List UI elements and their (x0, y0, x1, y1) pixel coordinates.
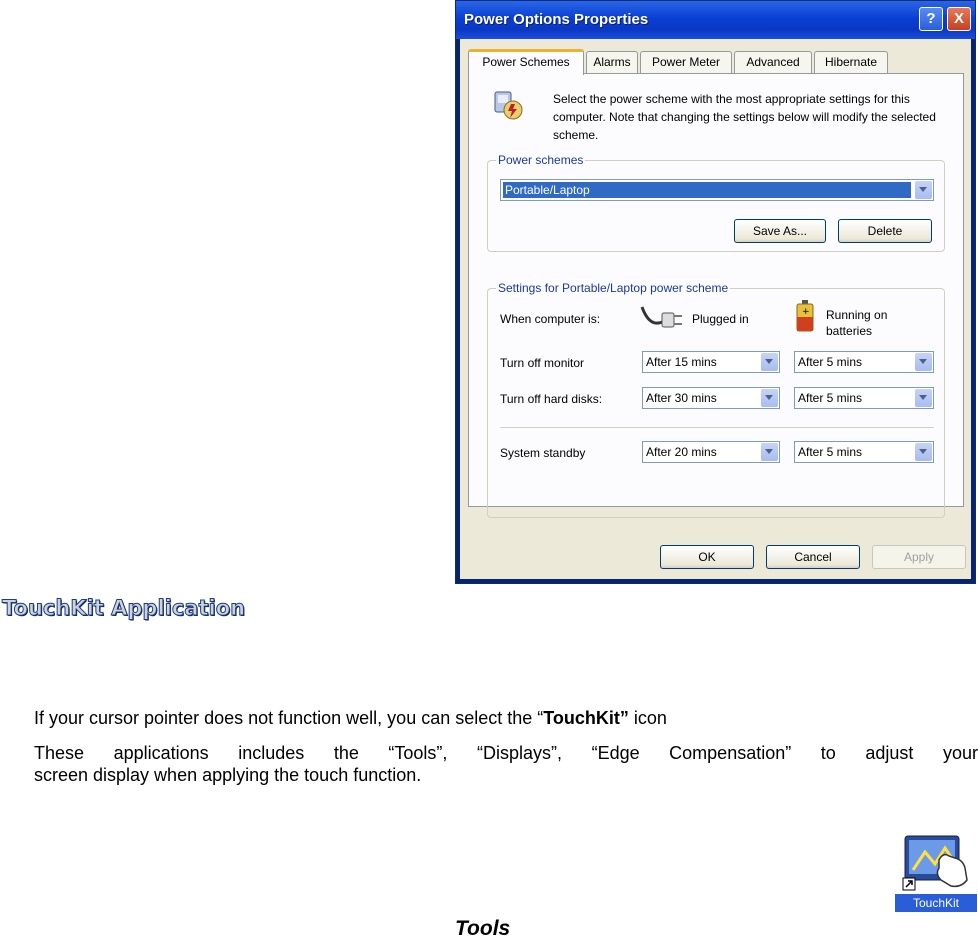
power-scheme-select[interactable]: Portable/Laptop (500, 179, 934, 201)
disks-plugged-select[interactable]: After 30 mins (642, 387, 780, 409)
battery-icon: + (796, 300, 814, 332)
section-heading: TouchKit Application (1, 596, 246, 621)
paragraph-2: These applications includes the “Tools”,… (34, 742, 978, 786)
turn-off-monitor-label: Turn off monitor (500, 356, 585, 370)
touchkit-icon (902, 835, 968, 891)
system-standby-label: System standby (500, 446, 586, 460)
tab-alarms[interactable]: Alarms (586, 51, 638, 73)
power-scheme-icon (494, 91, 523, 120)
disks-battery-select[interactable]: After 5 mins (794, 387, 934, 409)
chevron-down-icon[interactable] (915, 181, 932, 199)
help-button[interactable]: ? (919, 7, 943, 31)
save-as-button[interactable]: Save As... (734, 219, 826, 243)
power-scheme-value: Portable/Laptop (503, 182, 911, 198)
on-batteries-label: Running on batteries (826, 308, 888, 338)
cancel-button[interactable]: Cancel (766, 545, 860, 569)
apply-button[interactable]: Apply (872, 545, 966, 569)
standby-battery-value: After 5 mins (798, 445, 863, 459)
para1-text: If your cursor pointer does not function… (34, 708, 544, 728)
standby-plugged-value: After 20 mins (646, 445, 717, 459)
standby-battery-select[interactable]: After 5 mins (794, 441, 934, 463)
touchkit-bold: TouchKit” (543, 708, 629, 728)
tab-hibernate[interactable]: Hibernate (814, 51, 888, 73)
chevron-down-icon[interactable] (761, 353, 778, 371)
plugged-in-label: Plugged in (692, 312, 749, 326)
power-options-dialog: Power Options Properties ? X Power Schem… (455, 0, 976, 584)
touchkit-desktop-icon[interactable]: TouchKit (895, 830, 977, 912)
tab-advanced[interactable]: Advanced (734, 51, 812, 73)
settings-group: Settings for Portable/Laptop power schem… (487, 280, 945, 518)
disks-battery-value: After 5 mins (798, 391, 863, 405)
power-schemes-panel: Select the power scheme with the most ap… (468, 73, 964, 518)
svg-text:+: + (802, 307, 810, 317)
when-computer-label: When computer is: (500, 312, 601, 326)
title-bar[interactable]: Power Options Properties ? X (456, 1, 975, 39)
monitor-battery-value: After 5 mins (798, 355, 863, 369)
dialog-title: Power Options Properties (464, 11, 649, 28)
touchkit-icon-label: TouchKit (895, 894, 977, 912)
monitor-plugged-value: After 15 mins (646, 355, 717, 369)
tools-caption: Tools (455, 917, 511, 940)
chevron-down-icon[interactable] (915, 389, 932, 407)
para2-line1: These applications includes the “Tools”,… (34, 743, 978, 763)
tab-power-schemes[interactable]: Power Schemes (468, 49, 584, 75)
chevron-down-icon[interactable] (915, 443, 932, 461)
close-button[interactable]: X (947, 7, 971, 31)
para1-suffix: icon (628, 708, 667, 728)
chevron-down-icon[interactable] (915, 353, 932, 371)
power-schemes-label: Power schemes (496, 152, 586, 168)
standby-plugged-select[interactable]: After 20 mins (642, 441, 780, 463)
ok-button[interactable]: OK (660, 545, 754, 569)
disks-plugged-value: After 30 mins (646, 391, 717, 405)
dialog-client: Power Schemes Alarms Power Meter Advance… (460, 39, 971, 579)
delete-button[interactable]: Delete (838, 219, 932, 243)
monitor-plugged-select[interactable]: After 15 mins (642, 351, 780, 373)
monitor-battery-select[interactable]: After 5 mins (794, 351, 934, 373)
power-schemes-group: Power schemes Portable/Laptop Save As...… (487, 152, 945, 252)
tab-power-meter[interactable]: Power Meter (640, 51, 732, 73)
turn-off-disks-label: Turn off hard disks: (500, 392, 603, 406)
settings-label: Settings for Portable/Laptop power schem… (496, 280, 731, 296)
chevron-down-icon[interactable] (761, 389, 778, 407)
plug-icon (640, 306, 682, 328)
paragraph-1: If your cursor pointer does not function… (34, 707, 667, 729)
chevron-down-icon[interactable] (761, 443, 778, 461)
para2-line2: screen display when applying the touch f… (34, 765, 422, 785)
intro-text: Select the power scheme with the most ap… (553, 92, 936, 142)
divider (500, 427, 934, 428)
